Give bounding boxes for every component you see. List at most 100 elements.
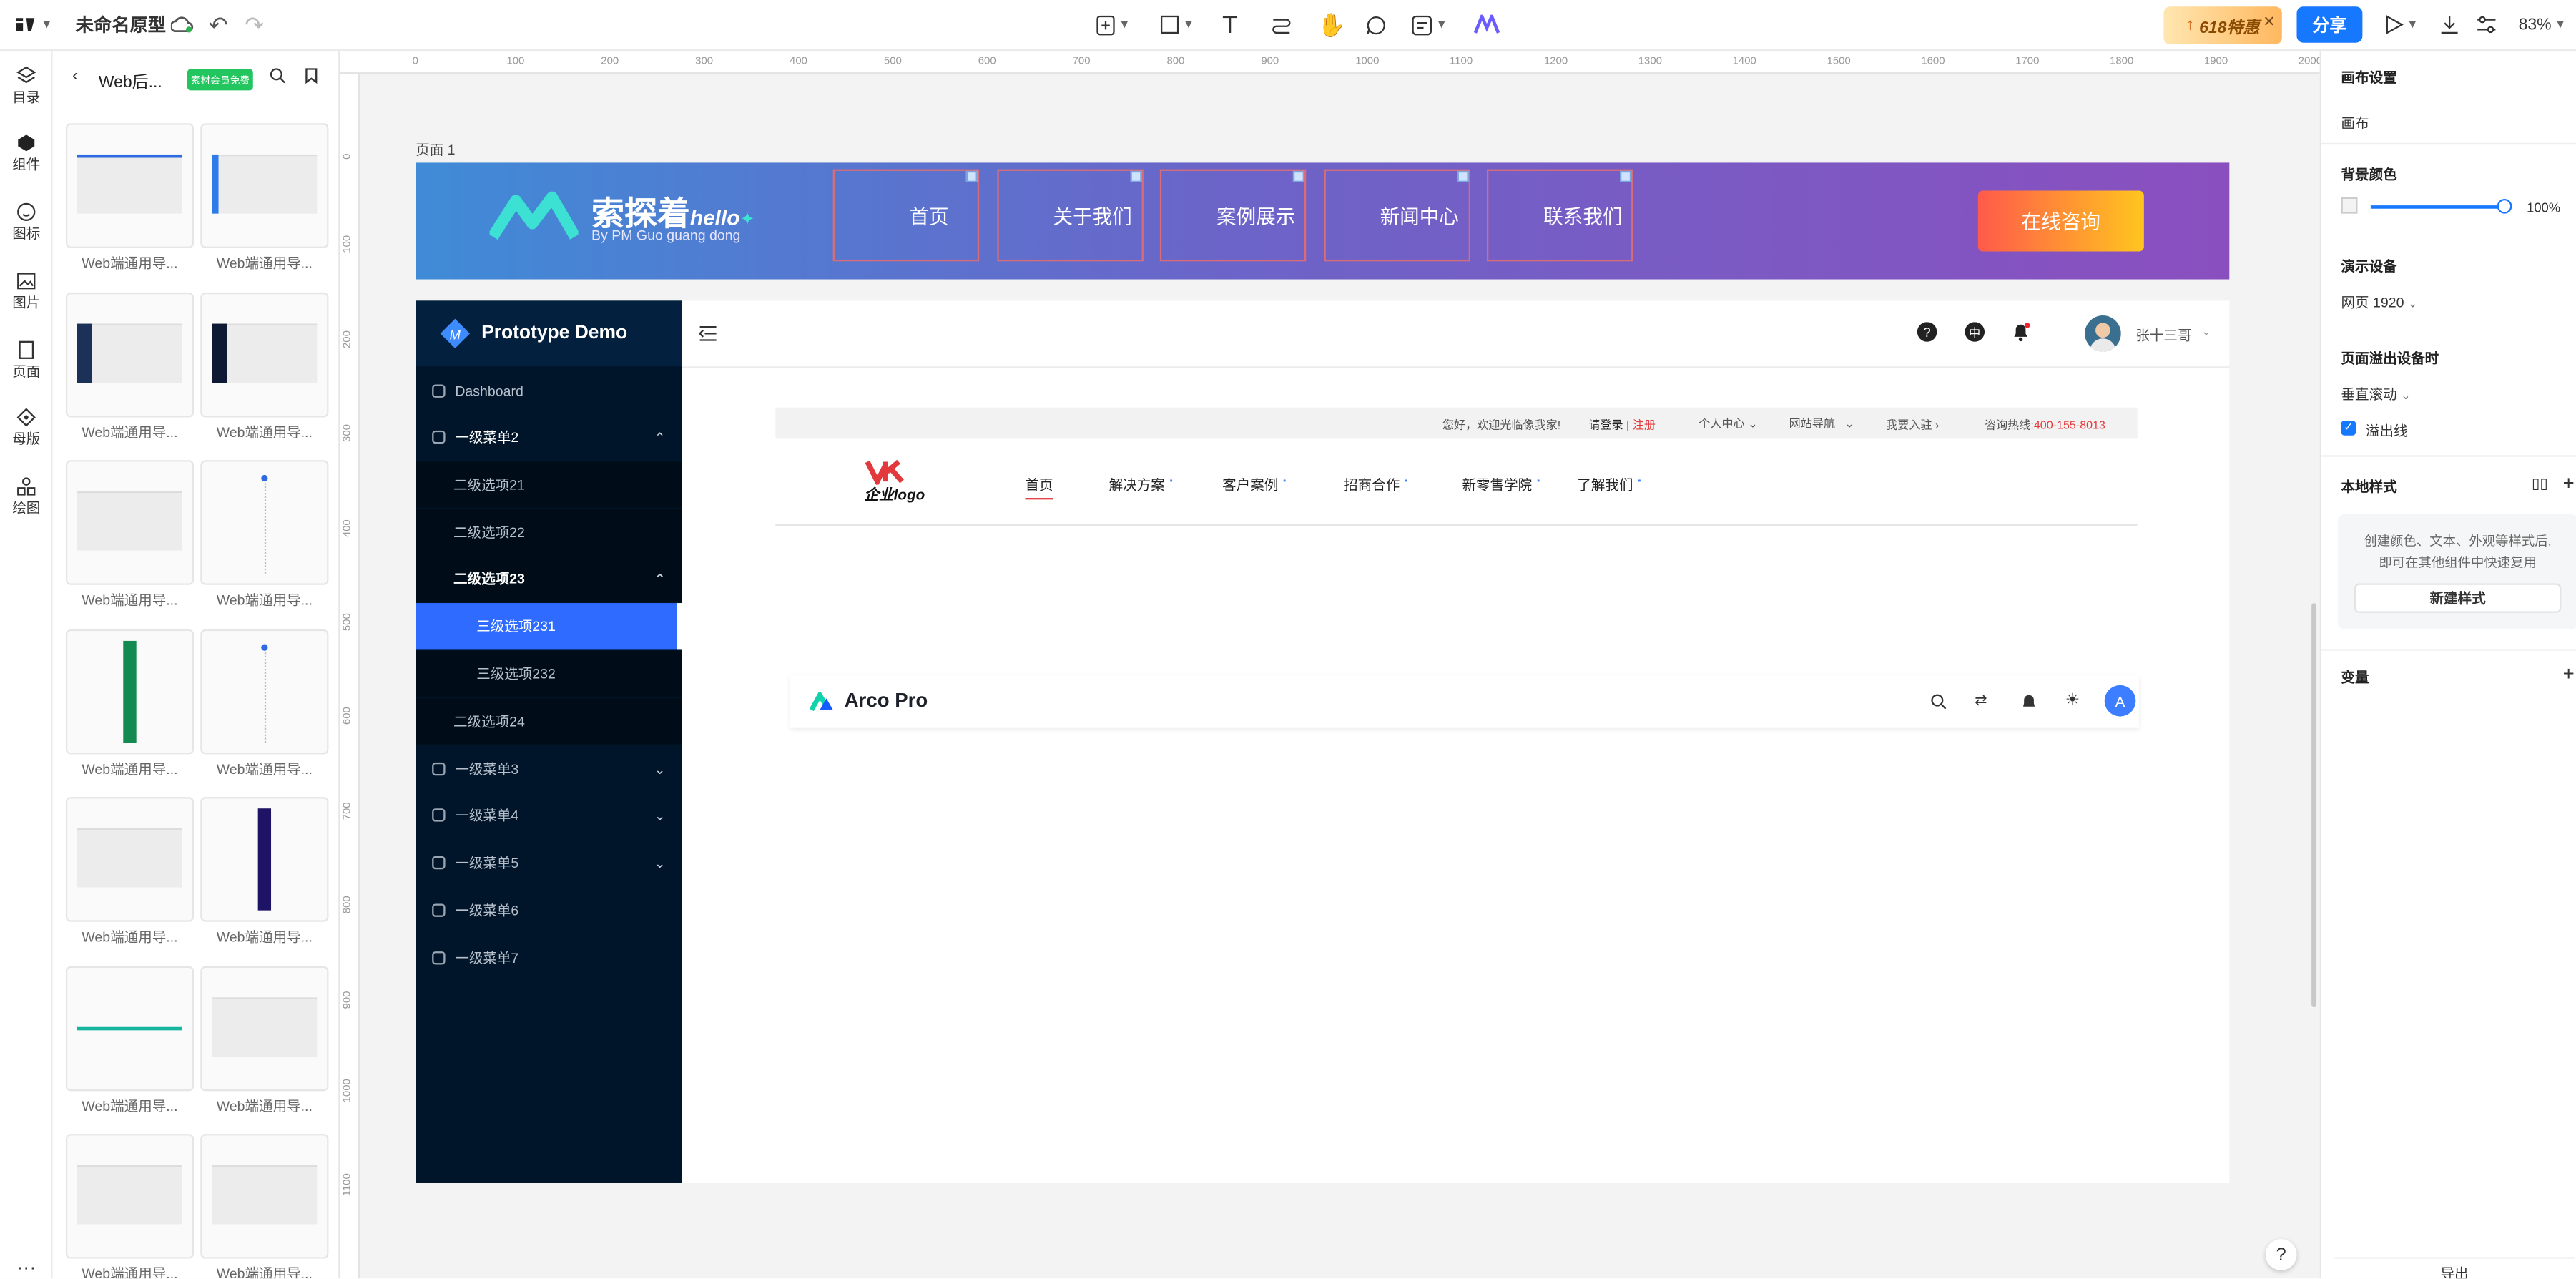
export-button[interactable]: 导出 <box>2334 1257 2575 1278</box>
company-logo[interactable]: 企业logo <box>864 459 925 504</box>
text-tool-icon[interactable]: T <box>1222 11 1237 39</box>
component-card[interactable]: Web端通用导... <box>65 628 195 778</box>
sidebar-menu-item[interactable]: 一级菜单2 ⌃ <box>416 414 682 460</box>
language-icon[interactable]: 中 <box>1965 322 1985 342</box>
banner-nav-item[interactable]: 新闻中心 <box>1323 169 1470 262</box>
sidebar-menu-item[interactable]: 二级选项22 <box>416 509 682 556</box>
sidebar-menu-item[interactable]: 一级菜单4 ⌄ <box>416 792 682 838</box>
component-card[interactable]: Web端通用导... <box>65 965 195 1115</box>
component-card[interactable]: Web端通用导... <box>65 291 195 441</box>
component-card[interactable]: Web端通用导... <box>65 460 195 609</box>
book-icon[interactable]: ▯▯ <box>2532 475 2548 493</box>
banner-nav-item[interactable]: 案例展示 <box>1159 169 1307 262</box>
insert-page-tool[interactable]: ▼ <box>1096 11 1130 38</box>
component-card[interactable]: Web端通用导... <box>200 291 329 441</box>
ecom-nav-item[interactable]: 招商合作 ▪ <box>1344 475 1407 495</box>
ecom-nav-item[interactable]: 了解我们 ▪ <box>1577 475 1641 495</box>
doc-title[interactable]: 未命名原型 <box>76 11 166 38</box>
back-arrow-icon[interactable]: ‹ <box>72 67 78 85</box>
sidebar-menu-item[interactable]: 一级菜单5 ⌄ <box>416 840 682 886</box>
component-card[interactable]: Web端通用导... <box>200 1134 329 1278</box>
preview-play[interactable]: ▼ <box>2384 11 2418 38</box>
opacity-value[interactable]: 100% <box>2527 200 2560 215</box>
search-icon[interactable] <box>270 67 286 84</box>
add-variable-icon[interactable]: + <box>2563 662 2575 685</box>
component-card[interactable]: Web端通用导... <box>200 797 329 946</box>
banner-nav-item[interactable]: 首页 <box>832 169 980 262</box>
promo-badge[interactable]: ↑ 618特惠 ✕ <box>2163 6 2282 45</box>
component-card[interactable]: Web端通用导... <box>65 797 195 946</box>
website-header-banner[interactable]: 索探着hello✦ By PM Guo guang dong 首页 关于我们 案例展… <box>416 162 2230 280</box>
new-style-button[interactable]: 新建样式 <box>2354 583 2562 613</box>
rectangle-tool[interactable]: ▼ <box>1160 11 1194 38</box>
ai-tool-icon[interactable] <box>1473 11 1500 38</box>
bell-icon[interactable] <box>2011 322 2031 342</box>
sidebar-menu-item[interactable]: 二级选项24 <box>416 698 682 745</box>
sidebar-menu-item[interactable]: Dashboard <box>416 368 682 414</box>
overflow-line-checkbox[interactable]: ✓ <box>2341 421 2356 436</box>
connector-tool-icon[interactable] <box>1270 11 1293 38</box>
add-style-icon[interactable]: + <box>2563 471 2575 494</box>
banner-nav-item[interactable]: 关于我们 <box>996 169 1143 262</box>
rail-drawing[interactable]: 绘图 <box>0 476 53 517</box>
avatar[interactable]: A <box>2104 685 2136 717</box>
overflow-select[interactable]: 垂直滚动 ⌄ <box>2341 385 2411 405</box>
search-icon[interactable] <box>1930 693 1947 710</box>
opacity-slider-handle[interactable] <box>2497 198 2512 214</box>
component-card[interactable]: Web端通用导... <box>65 123 195 273</box>
settings-sliders-icon[interactable] <box>2476 11 2497 38</box>
redo-icon[interactable]: ↷ <box>245 11 264 38</box>
cloud-sync-icon[interactable] <box>170 11 194 38</box>
sidebar-menu-item[interactable]: 二级选项23 ⌃ <box>416 555 682 602</box>
component-card[interactable]: Web端通用导... <box>200 123 329 273</box>
rail-catalog[interactable]: 目录 <box>0 66 53 107</box>
component-card[interactable]: Web端通用导... <box>65 1134 195 1278</box>
theme-sun-icon[interactable]: ☀ <box>2065 692 2080 710</box>
undo-icon[interactable]: ↶ <box>209 11 228 38</box>
download-icon[interactable] <box>2439 11 2459 38</box>
device-select[interactable]: 网页 1920 ⌄ <box>2341 293 2418 313</box>
app-logo-menu[interactable]: ▼ <box>15 11 53 38</box>
rail-masters[interactable]: 母版 <box>0 408 53 449</box>
personal-center-menu[interactable]: 个人中心 ⌄ <box>1699 416 1757 432</box>
zoom-level[interactable]: 83% ▼ <box>2519 11 2567 38</box>
consult-button[interactable]: 在线咨询 <box>1977 190 2144 252</box>
sidebar-menu-item[interactable]: 一级菜单6 <box>416 887 682 933</box>
sidebar-menu-item[interactable]: 一级菜单7 <box>416 935 682 981</box>
opacity-slider[interactable] <box>2370 205 2502 209</box>
rail-components[interactable]: 组件 <box>0 133 53 174</box>
avatar[interactable] <box>2085 315 2121 352</box>
site-nav-menu[interactable]: 网站导航 ⌄ <box>1789 416 1854 432</box>
rail-images[interactable]: 图片 <box>0 271 53 312</box>
component-card[interactable]: Web端通用导... <box>200 460 329 609</box>
translate-icon[interactable]: ⇄ <box>1975 692 1987 710</box>
login-link[interactable]: 请登录 | 注册 <box>1588 417 1656 433</box>
canvas-scrollbar[interactable] <box>2311 603 2317 1008</box>
comment-tool-icon[interactable] <box>1365 11 1387 38</box>
rail-pages[interactable]: 页面 <box>0 340 53 381</box>
ecom-nav-item[interactable]: 新零售学院 ▪ <box>1462 475 1540 495</box>
share-button[interactable]: 分享 <box>2296 6 2363 43</box>
login-text[interactable]: 请登录 <box>1588 421 1623 432</box>
sidebar-menu-item[interactable]: 二级选项21 <box>416 461 682 508</box>
banner-nav-item[interactable]: 联系我们 <box>1486 169 1633 262</box>
bookmark-icon[interactable] <box>304 67 319 84</box>
ecom-nav-item[interactable]: 解决方案 ▪ <box>1109 475 1173 495</box>
ecom-nav-item[interactable]: 客户案例 ▪ <box>1222 475 1286 495</box>
rail-icons[interactable]: 图标 <box>0 202 53 243</box>
sidebar-menu-item[interactable]: 一级菜单3 ⌄ <box>416 746 682 792</box>
register-link[interactable]: 注册 <box>1633 421 1656 432</box>
hand-tool-icon[interactable]: ✋ <box>1317 11 1346 38</box>
component-card[interactable]: Web端通用导... <box>200 628 329 778</box>
menu-fold-icon[interactable] <box>698 324 718 344</box>
bg-color-swatch[interactable] <box>2341 197 2358 214</box>
sidebar-menu-item[interactable]: 三级选项231 <box>416 603 682 650</box>
bell-icon[interactable] <box>2021 693 2037 710</box>
user-name[interactable]: 张十三哥 <box>2135 325 2191 346</box>
close-icon[interactable]: ✕ <box>2263 13 2275 31</box>
help-button[interactable]: ? <box>2265 1239 2297 1270</box>
help-icon[interactable]: ? <box>1917 322 1937 342</box>
note-tool[interactable]: ▼ <box>1411 11 1447 38</box>
join-link[interactable]: 我要入驻 › <box>1886 417 1939 433</box>
more-icon[interactable]: ··· <box>0 1255 53 1278</box>
